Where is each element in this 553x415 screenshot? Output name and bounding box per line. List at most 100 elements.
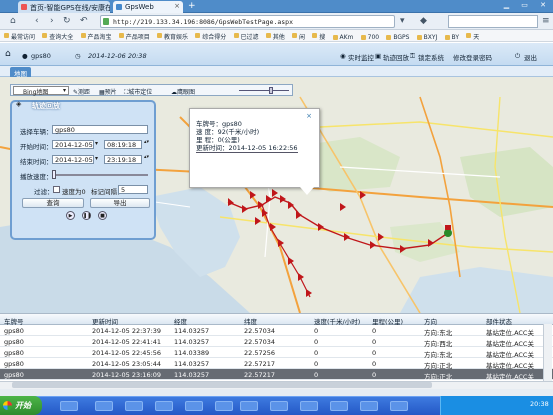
pause-icon[interactable]: ❚❚ [82, 211, 91, 220]
cell-longitude: 114.03257 [174, 371, 210, 379]
bookmark-item[interactable]: AKm [332, 32, 355, 41]
cell-update-time: 2014-12-05 23:16:09 [92, 371, 162, 379]
nav-lock-system[interactable]: 锁定系统 [418, 52, 444, 62]
cell-speed: 0 [314, 327, 319, 335]
popup-time-value: 2014-12-05 16:22:56 [228, 144, 298, 152]
tool-measure[interactable]: ✎测距 [73, 87, 90, 96]
bookmark-item[interactable]: 产品项目 [118, 30, 151, 41]
table-row[interactable]: gps80 2014-12-05 22:41:41 114.03257 22.5… [0, 336, 553, 348]
bookmark-item[interactable]: 闲 [291, 30, 306, 41]
end-time-input[interactable]: 23:19:18 [104, 155, 142, 164]
play-icon[interactable]: ▶ [66, 211, 75, 220]
taskbar-app[interactable] [330, 401, 348, 411]
taskbar-app[interactable] [390, 401, 408, 411]
cell-plate: gps80 [4, 349, 24, 357]
nav-realtime-monitor[interactable]: 实时监控 [348, 52, 374, 62]
undo-icon[interactable]: ↶ [80, 16, 88, 26]
export-button[interactable]: 导出 [90, 198, 150, 208]
bookmark-item[interactable]: 最常访问 [3, 30, 36, 41]
taskbar-app[interactable] [215, 401, 233, 411]
vehicle-input[interactable]: gps80 [52, 125, 148, 134]
zoom-slider-track[interactable] [239, 90, 289, 91]
end-date-input[interactable]: 2014-12-05 [52, 155, 94, 164]
home-icon[interactable]: ⌂ [10, 16, 16, 26]
stop-icon[interactable]: ■ [98, 211, 107, 220]
taskbar-app[interactable] [360, 401, 378, 411]
bookmark-item[interactable]: 产品淘宝 [80, 30, 113, 41]
speed-slider-track[interactable] [52, 174, 148, 176]
address-bar[interactable]: http://219.133.34.196:8086/GpsWebTestPag… [100, 15, 395, 28]
nav-track-replay[interactable]: 轨迹回放 [383, 52, 409, 62]
tool-overview-label: 鹰眼图 [177, 89, 196, 96]
popup-pointer [300, 187, 314, 195]
mark-interval-input[interactable]: 5 [118, 185, 148, 194]
search-engine-icon[interactable]: ◆ [420, 16, 427, 26]
bookmark-item[interactable]: BY [444, 32, 460, 41]
dropdown-icon[interactable]: ▾ [400, 16, 405, 26]
bookmark-item[interactable]: 查询大全 [41, 30, 74, 41]
taskbar-app[interactable] [185, 401, 203, 411]
tool-overview[interactable]: ☁鹰眼图 [171, 87, 195, 96]
bookmark-item[interactable]: BGPS [385, 32, 410, 41]
menu-icon[interactable]: ≡ [542, 16, 550, 26]
taskbar-app[interactable] [155, 401, 173, 411]
browser-tab-2[interactable]: GpsWeb × [113, 1, 183, 13]
taskbar-app[interactable] [125, 401, 143, 411]
tool-city-locate[interactable]: ⛶城市定位 [124, 87, 152, 97]
table-row[interactable]: gps80 2014-12-05 22:45:56 114.03389 22.5… [0, 347, 553, 359]
taskbar-app[interactable] [270, 401, 288, 411]
cell-speed: 0 [314, 349, 319, 357]
bookmark-item[interactable]: BXYJ [416, 32, 439, 41]
browser-tab-1[interactable]: 首页-智能GPS在线/安康在 [18, 1, 110, 13]
new-tab-button[interactable]: + [188, 1, 196, 11]
speed-label: 播放速度： [20, 173, 53, 181]
home-icon[interactable]: ⌂ [5, 49, 11, 59]
map-type-select[interactable]: Bing地图 ▾ [13, 86, 69, 96]
bookmark-item[interactable]: 搜 [311, 30, 326, 41]
bookmark-item[interactable]: 其他 [265, 30, 286, 41]
taskbar-app[interactable] [60, 401, 78, 411]
nav-change-password[interactable]: 修改登录密码 [453, 52, 492, 62]
cell-plate: gps80 [4, 327, 24, 335]
tool-snapshot[interactable]: ▦预片 [99, 87, 117, 96]
taskbar-app[interactable] [300, 401, 318, 411]
chevron-down-icon[interactable]: ▾ [95, 140, 98, 147]
nav-exit[interactable]: 退出 [524, 52, 537, 62]
scrollbar-thumb[interactable] [12, 382, 432, 388]
reload-icon[interactable]: ↻ [63, 16, 71, 26]
time-spinner-icon[interactable]: ▴▾ [144, 139, 149, 145]
close-tab-icon[interactable]: × [174, 2, 180, 10]
bookmark-item[interactable]: 700 [360, 32, 380, 41]
bookmark-item[interactable]: 综合得分 [194, 30, 227, 41]
cell-latitude: 22.57034 [244, 338, 276, 346]
table-vertical-scrollbar[interactable] [543, 324, 552, 381]
zoom-slider-thumb[interactable] [269, 87, 273, 94]
start-time-input[interactable]: 08:19:18 [104, 140, 142, 149]
search-input[interactable] [448, 15, 538, 28]
site-favicon [21, 4, 27, 10]
forward-icon[interactable]: › [50, 16, 54, 26]
windows-logo-icon [3, 401, 12, 410]
taskbar-app[interactable] [240, 401, 258, 411]
window-controls[interactable]: ▁ ▭ ✕ [504, 1, 551, 9]
back-icon[interactable]: ‹ [35, 16, 39, 26]
bookmark-item[interactable]: 教育娱乐 [156, 30, 189, 41]
table-row[interactable]: gps80 2014-12-05 23:05:44 114.03257 22.5… [0, 358, 553, 370]
bookmark-item[interactable]: 已过滤 [233, 30, 260, 41]
tool-snapshot-label: 预片 [104, 89, 117, 96]
close-icon[interactable]: × [306, 112, 312, 120]
site-icon [103, 18, 109, 25]
cell-update-time: 2014-12-05 22:41:41 [92, 338, 162, 346]
bookmark-item[interactable]: 天 [465, 30, 480, 41]
bookmarks-bar: 最常访问 查询大全 产品淘宝 产品项目 教育娱乐 综合得分 已过滤 其他 闲 搜… [0, 30, 553, 42]
speed-zero-checkbox[interactable] [53, 186, 60, 193]
cell-mileage: 0 [372, 360, 377, 368]
time-spinner-icon[interactable]: ▴▾ [144, 154, 149, 160]
chevron-down-icon[interactable]: ▾ [95, 155, 98, 162]
query-button[interactable]: 查询 [22, 198, 84, 208]
table-row-selected[interactable]: gps80 2014-12-05 23:16:09 114.03257 22.5… [0, 369, 553, 381]
table-row[interactable]: gps80 2014-12-05 22:37:39 114.03257 22.5… [0, 325, 553, 337]
start-date-input[interactable]: 2014-12-05 [52, 140, 94, 149]
speed-slider-thumb[interactable] [52, 170, 56, 179]
taskbar-app[interactable] [95, 401, 113, 411]
